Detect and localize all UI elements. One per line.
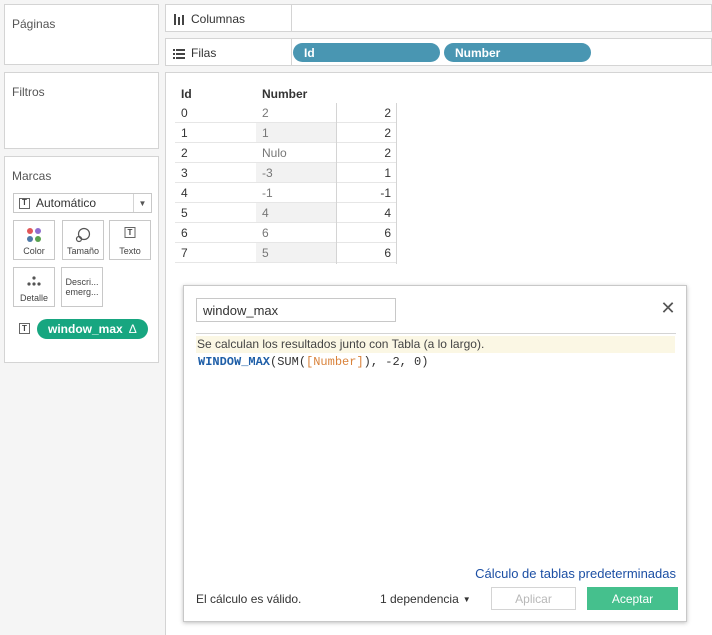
calc-status: El cálculo es válido.: [196, 592, 302, 606]
pages-title: Páginas: [12, 17, 56, 31]
number-cell: 4: [262, 206, 269, 220]
table-row[interactable]: 7 5 6: [175, 243, 396, 263]
value-cell: 6: [384, 246, 391, 260]
table-calc-info: Se calculan los resultados junto con Tab…: [196, 336, 675, 353]
table-row[interactable]: 5 4 4: [175, 203, 396, 223]
table-row[interactable]: 3 -3 1: [175, 163, 396, 183]
pages-card: Páginas: [4, 4, 159, 65]
id-cell: 0: [181, 106, 188, 120]
columns-shelf[interactable]: Columnas: [165, 4, 712, 32]
number-cell: -1: [262, 186, 273, 200]
formula-open: (SUM(: [270, 355, 307, 369]
number-cell: 1: [262, 126, 269, 140]
size-label: Tamaño: [66, 246, 100, 256]
tooltip-label: Descri... emerg...: [65, 277, 99, 297]
id-cell: 6: [181, 226, 188, 240]
calculation-editor-dialog: ✕ Se calculan los resultados junto con T…: [183, 285, 687, 622]
dependency-dropdown[interactable]: 1 dependencia ▼: [380, 592, 471, 606]
formula-field: [Number]: [306, 355, 364, 369]
columns-icon: [174, 13, 184, 25]
size-icon: [75, 227, 91, 243]
id-cell: 2: [181, 146, 188, 160]
id-pill[interactable]: Id: [293, 43, 440, 62]
columns-label: Columnas: [191, 12, 246, 26]
number-cell: 5: [262, 246, 269, 260]
color-dots-icon: [27, 228, 41, 242]
value-cell: 2: [384, 126, 391, 140]
value-cell: 4: [384, 206, 391, 220]
marks-title: Marcas: [12, 169, 52, 183]
ok-button[interactable]: Aceptar: [587, 587, 678, 610]
value-cell: 2: [384, 106, 391, 120]
table-row[interactable]: 1 1 2: [175, 123, 396, 143]
calc-name-input[interactable]: [196, 298, 396, 322]
dependency-label: 1 dependencia: [380, 592, 459, 606]
id-header: Id: [181, 87, 192, 101]
number-cell: -3: [262, 166, 273, 180]
dialog-divider: [196, 333, 676, 334]
shelf-divider: [291, 39, 292, 65]
default-table-calc-link[interactable]: Cálculo de tablas predeterminadas: [475, 566, 676, 581]
color-label: Color: [23, 246, 45, 256]
number-pill[interactable]: Number: [444, 43, 591, 62]
column-divider: [336, 103, 337, 264]
id-cell: 7: [181, 246, 188, 260]
marks-card: Marcas T Automático ▼ Color Tamaño T Tex…: [4, 156, 159, 363]
delta-icon: Δ: [128, 322, 137, 336]
chevron-down-icon[interactable]: ▼: [133, 194, 151, 212]
id-cell: 5: [181, 206, 188, 220]
columns-shelf-label: Columnas: [173, 12, 245, 26]
apply-button[interactable]: Aplicar: [491, 587, 576, 610]
table-row[interactable]: 0 2 2: [175, 103, 396, 123]
text-icon: T: [124, 227, 136, 238]
value-cell: 6: [384, 226, 391, 240]
window-max-pill[interactable]: window_max Δ: [37, 319, 148, 339]
mark-type-label: Automático: [36, 196, 97, 210]
rows-icon: [173, 48, 185, 59]
text-button[interactable]: T Texto: [109, 220, 151, 260]
table-row[interactable]: 6 6 6: [175, 223, 396, 243]
formula-close: ), -2, 0): [363, 355, 429, 369]
rows-shelf-label: Filas: [173, 46, 216, 60]
mark-type-dropdown[interactable]: T Automático ▼: [13, 193, 152, 213]
size-button[interactable]: Tamaño: [62, 220, 104, 260]
id-pill-label: Id: [304, 45, 315, 60]
value-cell: -1: [380, 186, 391, 200]
number-cell: Nulo: [262, 146, 287, 160]
rows-label: Filas: [191, 46, 217, 60]
text-label: Texto: [119, 246, 141, 256]
close-icon[interactable]: ✕: [660, 299, 676, 317]
value-cell: 1: [384, 166, 391, 180]
caret-down-icon: ▼: [462, 594, 471, 604]
text-mark-icon: T: [19, 197, 30, 209]
filters-title: Filtros: [12, 85, 45, 99]
filters-card: Filtros: [4, 72, 159, 149]
shelf-divider: [291, 5, 292, 31]
table-row[interactable]: 2 Nulo 2: [175, 143, 396, 163]
detail-label: Detalle: [19, 293, 48, 303]
rows-shelf[interactable]: Filas Id Number: [165, 38, 712, 66]
formula-editor[interactable]: WINDOW_MAX(SUM([Number]), -2, 0): [198, 355, 428, 369]
id-cell: 4: [181, 186, 188, 200]
text-encoding-icon: T: [19, 323, 30, 334]
value-cell: 2: [384, 146, 391, 160]
id-cell: 3: [181, 166, 188, 180]
number-cell: 2: [262, 106, 269, 120]
number-cell: 6: [262, 226, 269, 240]
column-divider: [396, 103, 397, 264]
detail-button[interactable]: Detalle: [13, 267, 55, 307]
color-button[interactable]: Color: [13, 220, 55, 260]
number-header: Number: [262, 87, 308, 101]
id-cell: 1: [181, 126, 188, 140]
detail-icon: [27, 276, 41, 286]
crosstab: 0 2 2 1 1 2 2 Nulo 2 3 -3 1 4 -1 -1 5 4 …: [175, 103, 396, 263]
table-row[interactable]: 4 -1 -1: [175, 183, 396, 203]
window-max-pill-label: window_max: [48, 322, 123, 336]
tooltip-button[interactable]: Descri... emerg...: [61, 267, 103, 307]
formula-function: WINDOW_MAX: [198, 355, 271, 369]
number-pill-label: Number: [455, 45, 501, 60]
